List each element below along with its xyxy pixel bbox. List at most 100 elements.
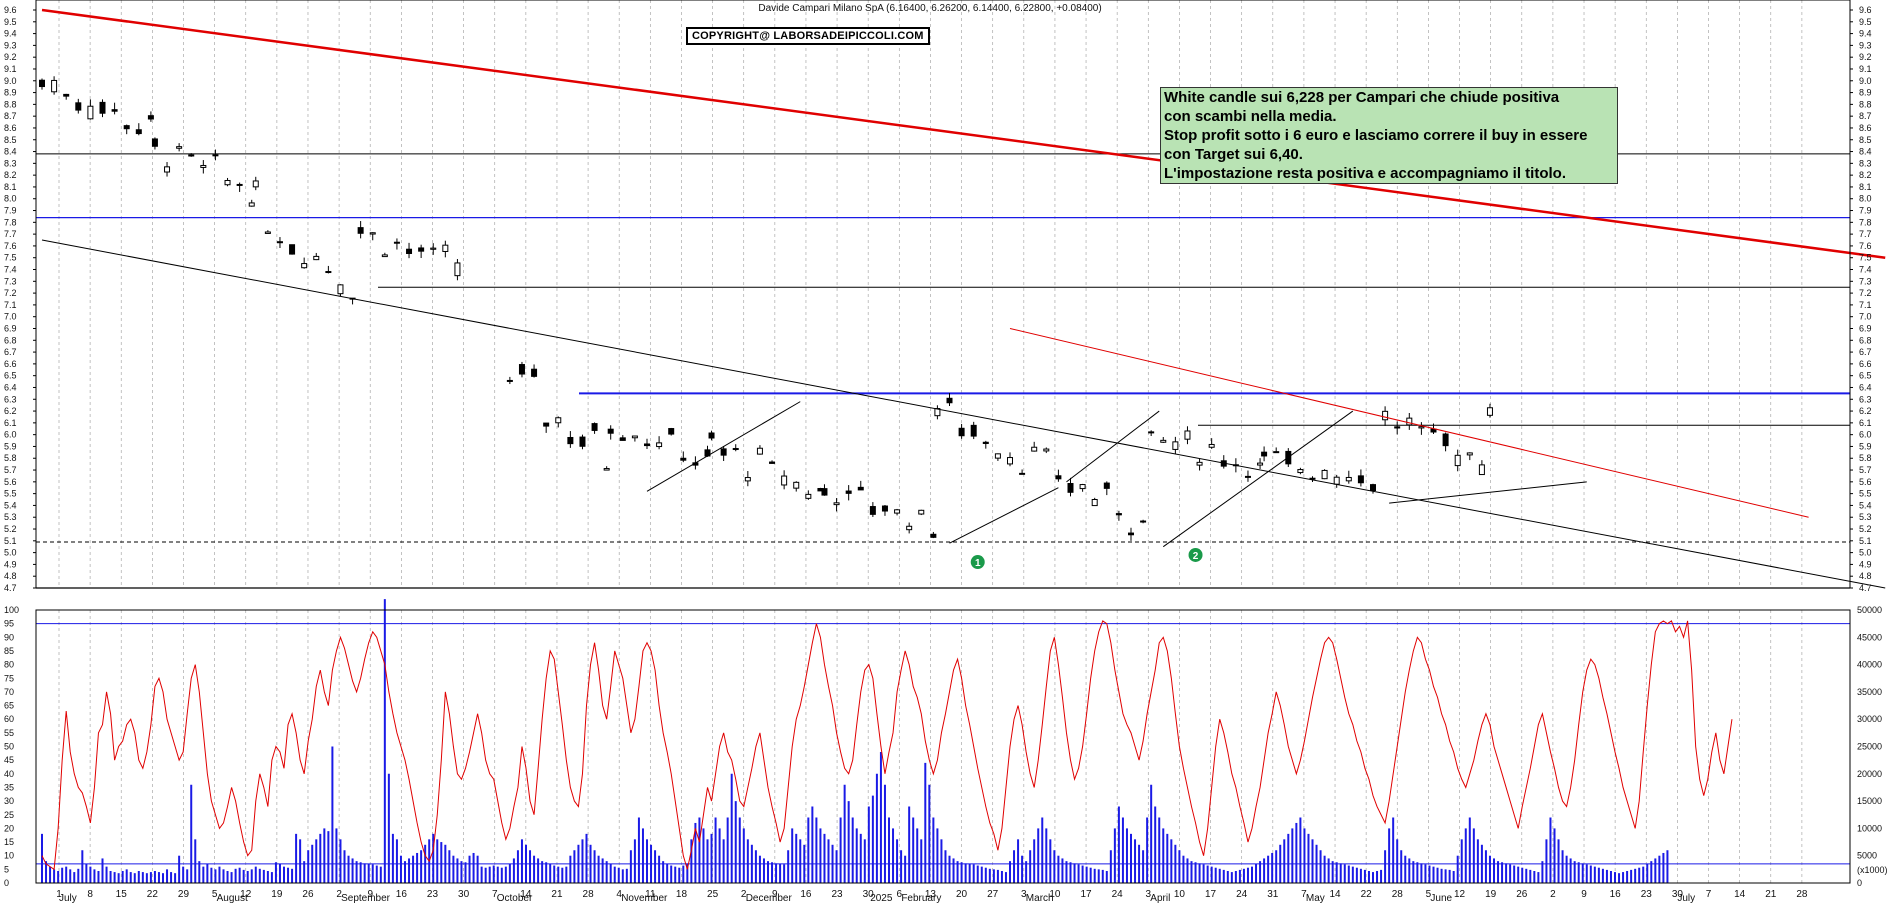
price-tick-left: 5.7 xyxy=(4,465,17,475)
candle-body xyxy=(135,129,142,135)
price-tick-left: 5.2 xyxy=(4,524,17,534)
price-tick-right: 8.6 xyxy=(1859,123,1872,133)
candle-body xyxy=(1478,464,1485,476)
price-tick-left: 6.3 xyxy=(4,394,17,404)
price-tick-right: 7.0 xyxy=(1859,312,1872,322)
price-tick-right: 5.4 xyxy=(1859,500,1872,510)
candle-body xyxy=(1430,428,1437,433)
price-tick-right: 5.6 xyxy=(1859,477,1872,487)
candle-body xyxy=(769,461,776,464)
candle-body xyxy=(51,79,58,93)
price-tick-right: 7.1 xyxy=(1859,300,1872,310)
candle-body xyxy=(1140,520,1147,523)
candle-body xyxy=(313,255,320,261)
month-label: May xyxy=(1306,893,1325,903)
price-tick-left: 9.5 xyxy=(4,17,17,27)
oscillator-tick: 35 xyxy=(4,782,14,792)
price-tick-left: 4.9 xyxy=(4,559,17,569)
candle-body xyxy=(591,423,598,431)
candle-body xyxy=(325,271,332,274)
oscillator-tick: 30 xyxy=(4,796,14,806)
volume-tick: 30000 xyxy=(1857,714,1882,724)
candle-body xyxy=(845,490,852,494)
x-tick-label: 14 xyxy=(1329,889,1341,900)
candle-body xyxy=(1007,457,1013,465)
candle-body xyxy=(668,428,675,435)
candle-body xyxy=(381,254,388,258)
price-tick-left: 9.2 xyxy=(4,52,17,62)
oscillator-tick: 90 xyxy=(4,632,14,642)
price-tick-left: 5.6 xyxy=(4,477,17,487)
candle-body xyxy=(123,125,130,130)
candle-body xyxy=(555,417,562,424)
x-tick-label: 19 xyxy=(271,889,283,900)
price-tick-left: 8.7 xyxy=(4,111,17,121)
candle-body xyxy=(1357,475,1364,484)
candle-body xyxy=(1172,441,1179,450)
price-tick-right: 4.7 xyxy=(1859,583,1872,593)
candle-body xyxy=(970,424,977,437)
price-tick-left: 9.1 xyxy=(4,64,17,74)
price-tick-right: 6.9 xyxy=(1859,323,1872,333)
month-label: July xyxy=(59,893,77,903)
candle-body xyxy=(543,422,550,427)
price-tick-right: 5.2 xyxy=(1859,524,1872,534)
price-tick-right: 6.7 xyxy=(1859,347,1872,357)
price-tick-right: 8.9 xyxy=(1859,88,1872,98)
candle-body xyxy=(781,475,788,486)
price-tick-right: 8.3 xyxy=(1859,158,1872,168)
price-tick-left: 8.8 xyxy=(4,99,17,109)
candle-body xyxy=(39,79,45,88)
candle-body xyxy=(1196,461,1203,466)
x-tick-label: 17 xyxy=(1080,889,1092,900)
candle-body xyxy=(946,397,953,404)
x-tick-label: 19 xyxy=(1485,889,1497,900)
price-tick-left: 6.0 xyxy=(4,430,17,440)
volume-unit: (x1000) xyxy=(1857,865,1888,875)
x-tick-label: 30 xyxy=(458,889,470,900)
volume-tick: 50000 xyxy=(1857,605,1882,615)
candle-body xyxy=(63,93,70,97)
price-tick-left: 6.5 xyxy=(4,371,17,381)
price-tick-left: 8.6 xyxy=(4,123,17,133)
candle-body xyxy=(1244,475,1251,478)
candle-body xyxy=(918,509,925,515)
candle-body xyxy=(454,262,461,277)
x-tick-label: 17 xyxy=(1205,889,1217,900)
volume-tick: 15000 xyxy=(1857,796,1882,806)
price-tick-left: 7.0 xyxy=(4,312,17,322)
x-tick-label: 24 xyxy=(1236,889,1248,900)
last-candle-body xyxy=(1486,407,1493,416)
candle-body xyxy=(1442,433,1449,447)
candle-body xyxy=(708,432,715,439)
candle-body xyxy=(188,154,195,157)
price-tick-right: 8.5 xyxy=(1859,135,1872,145)
candle-body xyxy=(744,477,751,482)
price-tick-left: 7.2 xyxy=(4,288,17,298)
candle-body xyxy=(301,263,308,269)
price-tick-left: 5.4 xyxy=(4,500,17,510)
price-tick-right: 7.2 xyxy=(1859,288,1872,298)
oscillator-tick: 80 xyxy=(4,660,14,670)
price-tick-right: 6.5 xyxy=(1859,371,1872,381)
candle-body xyxy=(75,102,82,111)
x-tick-label: 27 xyxy=(987,889,999,900)
price-tick-right: 7.8 xyxy=(1859,217,1872,227)
candle-body xyxy=(579,436,586,447)
candle-body xyxy=(369,232,376,235)
candle-body xyxy=(147,115,154,120)
candle-body xyxy=(393,241,400,244)
price-tick-left: 6.8 xyxy=(4,335,17,345)
candle-body xyxy=(406,248,413,254)
volume-tick: 35000 xyxy=(1857,687,1882,697)
candle-body xyxy=(680,457,687,461)
month-label: April xyxy=(1150,893,1170,903)
candle-body xyxy=(236,183,243,186)
x-tick-label: 8 xyxy=(87,889,93,900)
candle-body xyxy=(357,227,364,234)
oscillator-tick: 5 xyxy=(4,864,9,874)
candle-body xyxy=(1370,484,1376,492)
price-tick-left: 8.3 xyxy=(4,158,17,168)
x-tick-label: 14 xyxy=(1734,889,1746,900)
price-tick-right: 6.6 xyxy=(1859,359,1872,369)
